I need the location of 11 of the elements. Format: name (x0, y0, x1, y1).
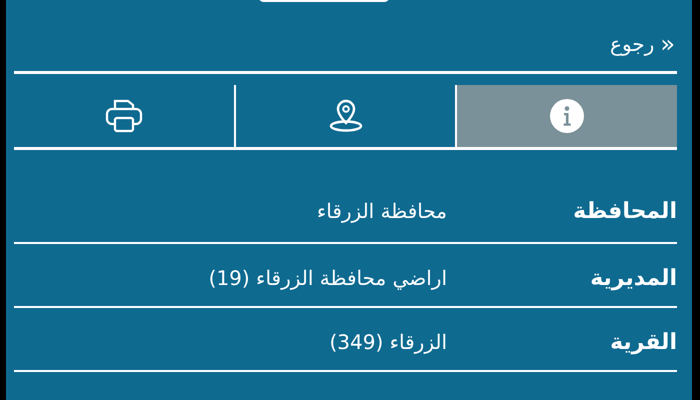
map-pin-icon (328, 98, 364, 134)
printer-icon (104, 98, 144, 134)
field-value: محافظة الزرقاء (316, 199, 447, 223)
field-label: القرية (609, 330, 677, 354)
field-label: المديرية (589, 266, 677, 290)
tab[interactable] (457, 85, 677, 147)
field-value: اراضي محافظة الزرقاء (19) (208, 266, 447, 290)
field-label: المحافظة (572, 198, 677, 224)
field-value: الزرقاء (349) (329, 330, 447, 354)
info-icon (549, 98, 586, 134)
back-button[interactable]: « رجوع (610, 32, 675, 56)
